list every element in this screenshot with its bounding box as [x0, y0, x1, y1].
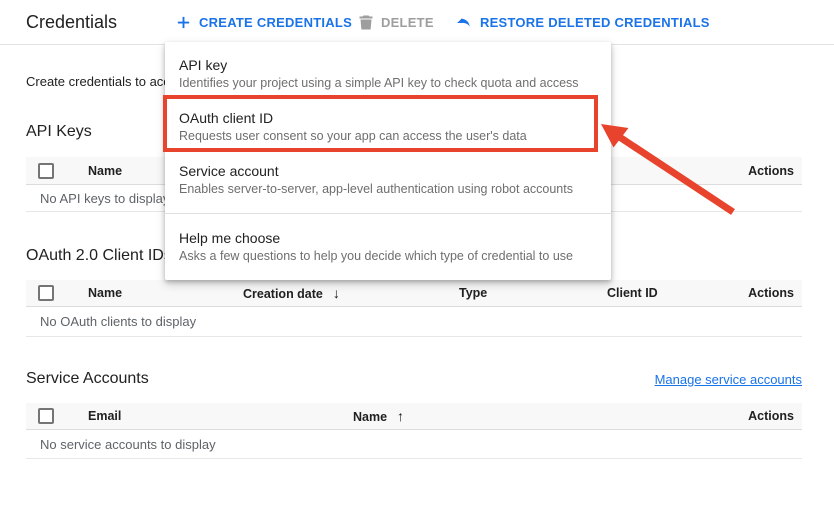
- menu-item-title: API key: [179, 57, 595, 73]
- menu-item-description: Requests user consent so your app can ac…: [179, 129, 595, 144]
- create-credentials-label: CREATE CREDENTIALS: [199, 15, 352, 30]
- column-header-actions: Actions: [748, 286, 794, 300]
- menu-item-title: Service account: [179, 163, 595, 179]
- column-header-name[interactable]: Name: [88, 286, 122, 300]
- service-accounts-table-header: Email Name ↑ Actions: [26, 403, 802, 430]
- select-all-checkbox[interactable]: [38, 285, 54, 301]
- column-header-email[interactable]: Email: [88, 409, 121, 423]
- delete-button[interactable]: DELETE: [359, 0, 434, 45]
- creation-date-label: Creation date: [243, 287, 323, 301]
- service-accounts-empty-row: No service accounts to display: [26, 430, 802, 459]
- menu-item-oauth-client-id[interactable]: OAuth client ID Requests user consent so…: [165, 101, 611, 154]
- page-title: Credentials: [26, 12, 117, 33]
- oauth-table-header: Name Creation date ↓ Type Client ID Actio…: [26, 280, 802, 307]
- column-header-type[interactable]: Type: [459, 286, 487, 300]
- column-header-actions: Actions: [748, 164, 794, 178]
- service-accounts-empty-text: No service accounts to display: [40, 437, 216, 452]
- name-label: Name: [353, 410, 387, 424]
- menu-item-description: Identifies your project using a simple A…: [179, 76, 595, 91]
- menu-item-service-account[interactable]: Service account Enables server-to-server…: [165, 154, 611, 207]
- create-credentials-dropdown: API key Identifies your project using a …: [165, 42, 611, 280]
- menu-item-help-me-choose[interactable]: Help me choose Asks a few questions to h…: [165, 214, 611, 274]
- api-keys-empty-text: No API keys to display: [40, 191, 169, 206]
- oauth-empty-text: No OAuth clients to display: [40, 314, 196, 329]
- column-header-actions: Actions: [748, 409, 794, 423]
- select-all-checkbox[interactable]: [38, 408, 54, 424]
- plus-icon: [176, 15, 191, 30]
- section-heading-service-accounts: Service Accounts: [26, 370, 149, 388]
- arrow-down-icon: ↓: [333, 285, 340, 301]
- trash-icon: [359, 15, 373, 30]
- column-header-name[interactable]: Name: [88, 164, 122, 178]
- section-heading-api-keys: API Keys: [26, 123, 92, 141]
- menu-item-title: OAuth client ID: [179, 110, 595, 126]
- column-header-name[interactable]: Name ↑: [353, 408, 404, 424]
- menu-item-description: Enables server-to-server, app-level auth…: [179, 182, 595, 197]
- delete-label: DELETE: [381, 15, 434, 30]
- create-credentials-button[interactable]: CREATE CREDENTIALS: [176, 0, 352, 45]
- restore-label: RESTORE DELETED CREDENTIALS: [480, 15, 710, 30]
- undo-arrow-icon: [455, 16, 472, 30]
- arrow-up-icon: ↑: [397, 408, 404, 424]
- oauth-empty-row: No OAuth clients to display: [26, 307, 802, 337]
- manage-service-accounts-link[interactable]: Manage service accounts: [655, 372, 802, 387]
- restore-deleted-credentials-button[interactable]: RESTORE DELETED CREDENTIALS: [455, 0, 710, 45]
- column-header-client-id[interactable]: Client ID: [607, 286, 658, 300]
- page-header: Credentials CREATE CREDENTIALS DELETE RE…: [0, 0, 834, 45]
- menu-item-title: Help me choose: [179, 230, 595, 246]
- section-heading-oauth-clients: OAuth 2.0 Client IDs: [26, 247, 172, 265]
- menu-item-description: Asks a few questions to help you decide …: [179, 249, 595, 264]
- column-header-creation-date[interactable]: Creation date ↓: [243, 285, 340, 301]
- select-all-checkbox[interactable]: [38, 163, 54, 179]
- menu-item-api-key[interactable]: API key Identifies your project using a …: [165, 48, 611, 101]
